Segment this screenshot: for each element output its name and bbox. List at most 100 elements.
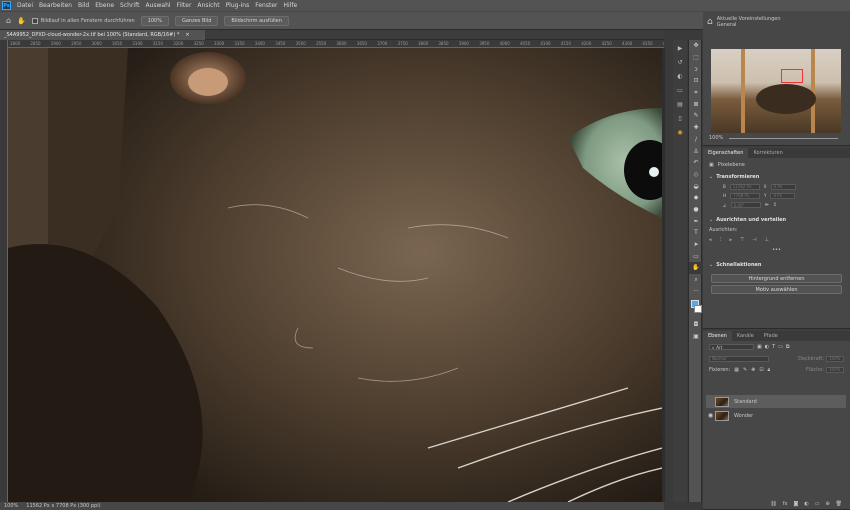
delete-layer-icon[interactable]: 🗑︎ <box>836 501 842 507</box>
opacity-field[interactable]: 100% <box>826 355 844 362</box>
chevron-down-icon[interactable]: ⌄ <box>709 174 713 180</box>
group-icon[interactable]: ▭ <box>815 501 820 507</box>
mask-icon[interactable]: ◙ <box>793 501 798 507</box>
filter-shape-icon[interactable]: ▭ <box>778 344 783 350</box>
remove-background-button[interactable]: Hintergrund entfernen <box>711 274 842 283</box>
healing-icon[interactable]: ✚ <box>689 122 703 134</box>
x-field[interactable]: 0 Px <box>770 183 796 190</box>
flip-v-icon[interactable]: ⇳ <box>773 202 777 208</box>
path-select-icon[interactable]: ➤ <box>689 239 703 251</box>
zoom-100-button[interactable]: 100% <box>140 15 169 26</box>
tab-korrekturen[interactable]: Korrekturen <box>748 148 787 158</box>
align-vcenter-icon[interactable]: ⊣ <box>752 237 756 243</box>
menu-fenster[interactable]: Fenster <box>252 2 280 9</box>
doc-icon[interactable]: ▯ <box>674 112 686 124</box>
align-right-icon[interactable]: ⫸ <box>729 237 732 243</box>
nav-zoom-slider[interactable] <box>729 137 838 139</box>
canvas-scrollbar[interactable] <box>662 48 665 502</box>
lib-icon[interactable]: ▤ <box>674 98 686 110</box>
align-bottom-icon[interactable]: ⊥ <box>765 237 769 243</box>
lock-artboard-icon[interactable]: ⊡ <box>759 367 763 373</box>
more-options-icon[interactable]: ••• <box>772 247 781 253</box>
chevron-down-icon[interactable]: ⌄ <box>709 262 713 268</box>
lock-pixels-icon[interactable]: ▦ <box>734 367 739 373</box>
layer-row[interactable]: ◉ Wonder <box>706 409 846 422</box>
lock-all-icon[interactable]: 🔒︎ <box>768 367 771 373</box>
filter-adjust-icon[interactable]: ◐ <box>765 344 769 350</box>
zoom-tool-icon[interactable]: ⌕ <box>689 274 703 286</box>
menu-plugins[interactable]: Plug-ins <box>223 2 253 9</box>
tab-ebenen[interactable]: Ebenen <box>703 331 732 341</box>
lasso-tool-icon[interactable]: ↄ <box>689 63 703 75</box>
h-field[interactable]: 7708 Px <box>730 192 761 199</box>
type-tool-icon[interactable]: T <box>689 227 703 239</box>
tab-pfade[interactable]: Pfade <box>759 331 783 341</box>
link-layers-icon[interactable]: ⛓ <box>770 501 776 507</box>
y-field[interactable]: 0 Px <box>770 192 796 199</box>
pen-icon[interactable]: ✒ <box>689 215 703 227</box>
move-tool-icon[interactable]: ✥ <box>689 40 703 52</box>
eraser-icon[interactable]: ◇ <box>689 169 703 181</box>
scroll-all-checkbox[interactable]: Bildlauf in allen Fenstern durchführen <box>31 17 135 24</box>
angle-field[interactable]: 0,00° <box>730 202 761 208</box>
close-tab-icon[interactable]: × <box>185 32 189 38</box>
layer-row[interactable]: Standard <box>706 395 846 408</box>
fill-field[interactable]: 100% <box>826 366 844 373</box>
adjust-icon[interactable]: ◐ <box>674 70 686 82</box>
fill-screen-button[interactable]: Bildschirm ausfüllen <box>224 15 289 26</box>
frame-tool-icon[interactable]: ⊠ <box>689 98 703 110</box>
new-layer-icon[interactable]: ⊕ <box>825 501 829 507</box>
align-hcenter-icon[interactable]: ⫶ <box>720 237 721 243</box>
align-top-icon[interactable]: ⊤ <box>740 237 744 243</box>
object-select-icon[interactable]: ⊡ <box>689 75 703 87</box>
hand-tool-icon[interactable]: ✋ <box>17 17 26 25</box>
color-swatches[interactable] <box>689 297 703 319</box>
layer-filter-select[interactable]: ⌕ Art <box>709 344 754 350</box>
blend-mode-select[interactable]: Normal <box>709 355 769 362</box>
menu-schrift[interactable]: Schrift <box>117 2 142 9</box>
navigator-thumbnail[interactable] <box>711 49 841 133</box>
menu-datei[interactable]: Datei <box>14 2 36 9</box>
play-icon[interactable]: ▶ <box>674 42 686 54</box>
home-icon[interactable]: ⌂ <box>6 16 11 25</box>
fit-screen-button[interactable]: Ganzes Bild <box>174 15 219 26</box>
more-tools-icon[interactable]: ··· <box>689 285 703 297</box>
menu-ansicht[interactable]: Ansicht <box>194 2 222 9</box>
select-subject-button[interactable]: Motiv auswählen <box>711 285 842 294</box>
history-icon[interactable]: ↺ <box>674 56 686 68</box>
menu-auswahl[interactable]: Auswahl <box>142 2 173 9</box>
comment-icon[interactable]: ▭ <box>674 84 686 96</box>
adjustment-layer-icon[interactable]: ◐ <box>804 501 808 507</box>
flip-h-icon[interactable]: ⇹ <box>765 202 769 208</box>
filter-type-icon[interactable]: T <box>772 344 775 350</box>
layer-name[interactable]: Wonder <box>734 413 753 419</box>
history-brush-icon[interactable]: ↶ <box>689 157 703 169</box>
crop-tool-icon[interactable]: ⌗ <box>689 87 703 99</box>
ps-logo[interactable]: Ps <box>2 1 11 10</box>
blur-icon[interactable]: ◆ <box>689 192 703 204</box>
layer-name[interactable]: Standard <box>734 399 757 405</box>
brush-icon[interactable]: ∕ <box>689 134 703 146</box>
plugin-icon[interactable]: ◉ <box>674 126 686 138</box>
align-left-icon[interactable]: ⫷ <box>709 237 712 243</box>
bg-color-swatch[interactable] <box>694 305 702 314</box>
eye-icon[interactable]: ◉ <box>706 412 715 419</box>
quickmask-icon[interactable]: ◘ <box>689 319 703 331</box>
hand-tool-icon-active[interactable]: ✋ <box>689 262 703 274</box>
workspace-icon[interactable]: ⌂ <box>707 17 713 27</box>
fx-icon[interactable]: fx <box>783 501 788 507</box>
w-field[interactable]: 11562 Px <box>729 183 760 190</box>
status-zoom[interactable]: 100% <box>4 503 18 509</box>
filter-pixel-icon[interactable]: ▣ <box>757 344 762 350</box>
filter-smart-icon[interactable]: ⧉ <box>786 344 790 350</box>
image-canvas[interactable] <box>8 48 662 502</box>
eyedropper-icon[interactable]: ✎ <box>689 110 703 122</box>
view-rect[interactable] <box>781 69 803 83</box>
screen-mode-icon[interactable]: ▣ <box>689 331 703 343</box>
menu-filter[interactable]: Filter <box>174 2 195 9</box>
dodge-icon[interactable]: ● <box>689 204 703 216</box>
lock-paint-icon[interactable]: ✎ <box>743 367 747 373</box>
shape-icon[interactable]: ▭ <box>689 250 703 262</box>
document-tab[interactable]: _S4A9952_DPXD-cloud-wonder-2x.tif bei 10… <box>0 30 205 40</box>
chevron-down-icon[interactable]: ⌄ <box>709 217 713 223</box>
